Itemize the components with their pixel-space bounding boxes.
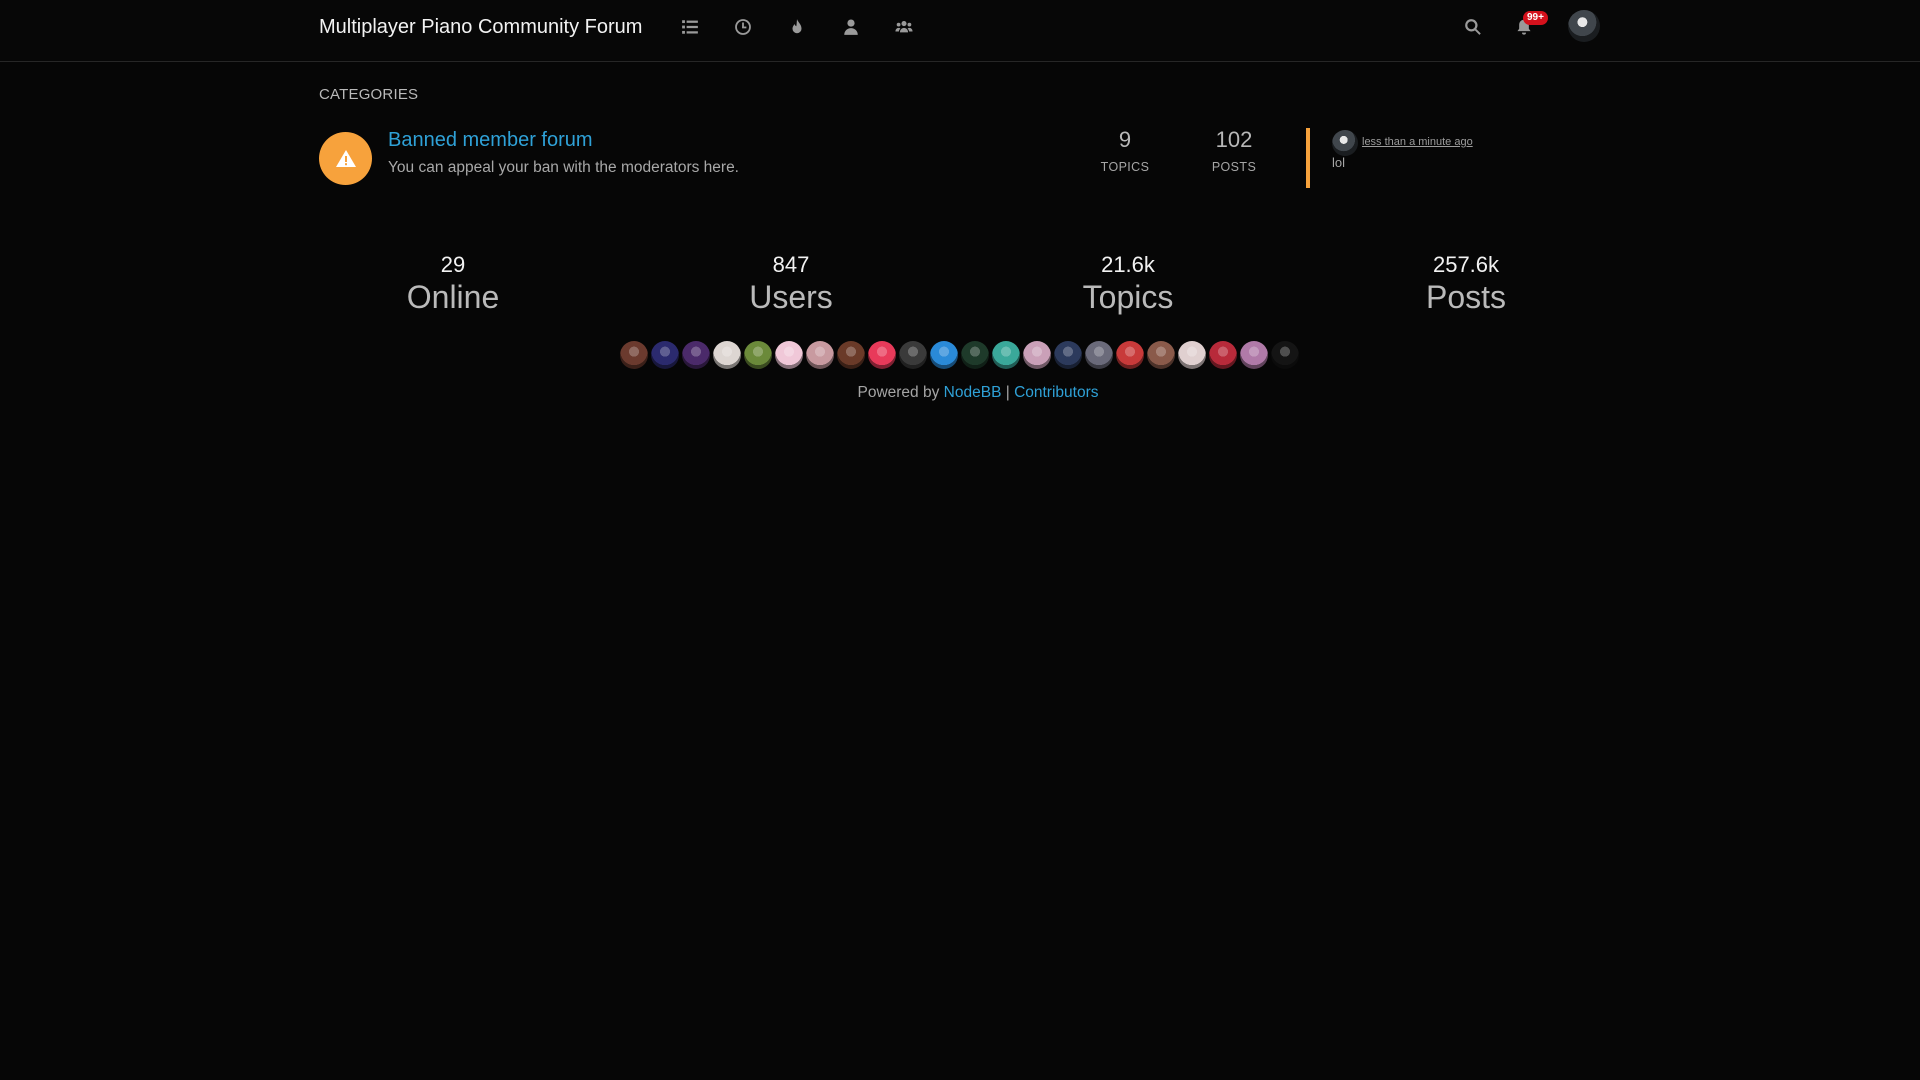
online-user-avatar[interactable]: [744, 341, 772, 369]
online-user-avatar[interactable]: [1240, 341, 1268, 369]
stat-label: Topics: [1082, 279, 1174, 315]
notification-count-badge: 99+: [1523, 11, 1548, 25]
online-user-avatar[interactable]: [1023, 341, 1051, 369]
online-user-avatar[interactable]: [1085, 341, 1113, 369]
teaser-accent-bar: [1306, 128, 1310, 188]
category-description: You can appeal your ban with the moderat…: [388, 159, 739, 176]
stat-posts: 257.6k Posts: [1356, 252, 1576, 316]
warning-icon[interactable]: [319, 132, 372, 185]
groups-icon[interactable]: [893, 16, 915, 38]
online-user-avatar[interactable]: [682, 341, 710, 369]
stat-online: 29 Online: [343, 252, 563, 316]
footer-powered-by: Powered by: [857, 384, 940, 401]
users-icon[interactable]: [840, 16, 862, 38]
online-user-avatar[interactable]: [620, 341, 648, 369]
recent-icon[interactable]: [732, 16, 754, 38]
search-icon[interactable]: [1462, 16, 1484, 38]
categories-heading: CATEGORIES: [319, 86, 419, 103]
teaser-user-avatar[interactable]: [1332, 130, 1358, 156]
online-user-avatar[interactable]: [1147, 341, 1175, 369]
contributors-link[interactable]: Contributors: [1014, 384, 1098, 401]
stat-value: 257.6k: [1432, 252, 1500, 277]
stat-label: Users: [749, 279, 833, 315]
online-user-avatar[interactable]: [837, 341, 865, 369]
stat-users: 847 Users: [681, 252, 901, 316]
navbar: Multiplayer Piano Community Forum 99+: [0, 0, 1920, 62]
teaser-post-text: lol: [1332, 155, 1346, 170]
category-posts-label: POSTS: [1211, 160, 1257, 174]
online-user-avatar[interactable]: [992, 341, 1020, 369]
category-topics-stat: 9 TOPICS: [1085, 127, 1165, 174]
online-user-avatar[interactable]: [899, 341, 927, 369]
footer-separator: |: [1005, 384, 1010, 401]
teaser-timestamp-link[interactable]: less than a minute ago: [1362, 136, 1473, 148]
online-user-avatar[interactable]: [1271, 341, 1299, 369]
online-user-avatar[interactable]: [930, 341, 958, 369]
footer: Powered by NodeBB | Contributors: [0, 384, 1920, 402]
online-user-avatar[interactable]: [713, 341, 741, 369]
online-user-avatar[interactable]: [1209, 341, 1237, 369]
online-user-avatar[interactable]: [1116, 341, 1144, 369]
online-user-avatar[interactable]: [1054, 341, 1082, 369]
user-avatar[interactable]: [1568, 10, 1600, 42]
forum-brand-title[interactable]: Multiplayer Piano Community Forum: [319, 16, 642, 39]
nodebb-link[interactable]: NodeBB: [944, 384, 1002, 401]
stat-value: 847: [772, 252, 810, 277]
category-posts-count: 102: [1215, 127, 1253, 152]
category-posts-stat: 102 POSTS: [1194, 127, 1274, 174]
category-topics-label: TOPICS: [1100, 160, 1150, 174]
online-user-avatar[interactable]: [806, 341, 834, 369]
online-user-avatar[interactable]: [1178, 341, 1206, 369]
stat-value: 21.6k: [1101, 252, 1155, 277]
online-user-avatar[interactable]: [961, 341, 989, 369]
category-title-link[interactable]: Banned member forum: [388, 129, 593, 152]
stat-label: Online: [406, 279, 500, 315]
category-topics-count: 9: [1118, 127, 1132, 152]
online-users-avatars: [620, 341, 1299, 369]
categories-icon[interactable]: [679, 16, 701, 38]
stat-label: Posts: [1425, 279, 1507, 315]
online-user-avatar[interactable]: [775, 341, 803, 369]
stat-topics: 21.6k Topics: [1018, 252, 1238, 316]
stat-value: 29: [440, 252, 466, 277]
popular-icon[interactable]: [786, 16, 808, 38]
online-user-avatar[interactable]: [651, 341, 679, 369]
online-user-avatar[interactable]: [868, 341, 896, 369]
